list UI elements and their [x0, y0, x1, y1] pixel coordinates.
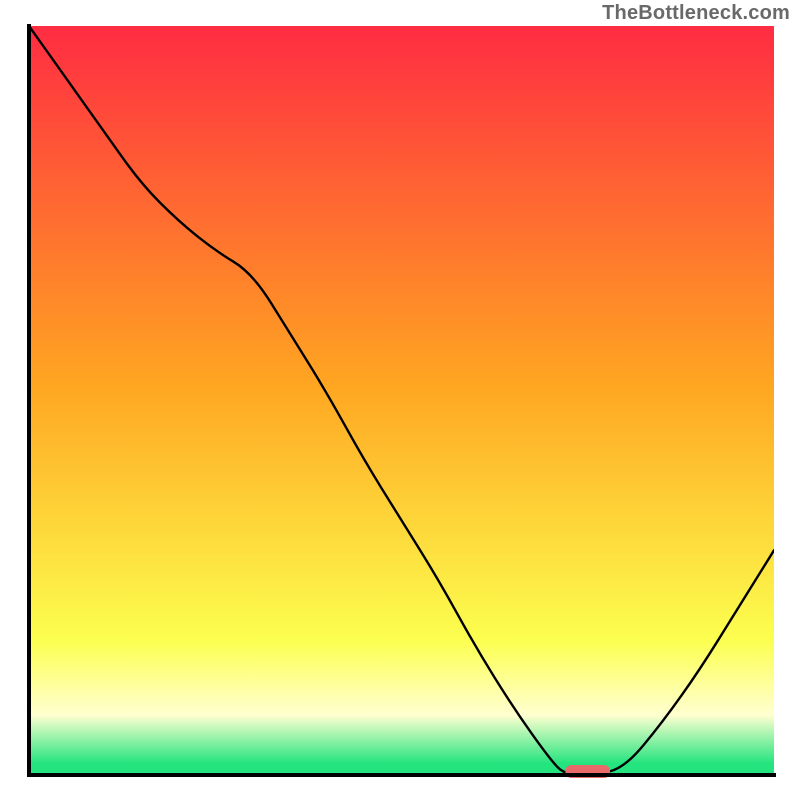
bottleneck-chart [0, 0, 800, 800]
heatmap-background [29, 26, 774, 775]
watermark-label: TheBottleneck.com [602, 2, 790, 25]
chart-container: { "watermark": "TheBottleneck.com", "col… [0, 0, 800, 800]
